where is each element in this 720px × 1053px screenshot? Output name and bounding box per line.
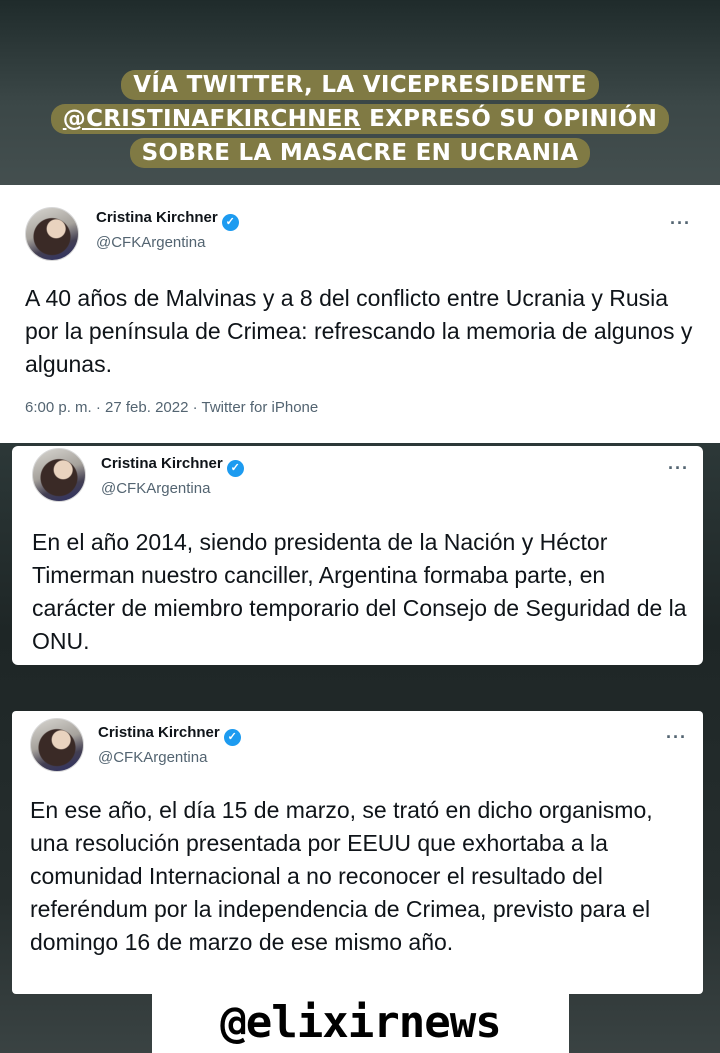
author-name-text: Cristina Kirchner bbox=[98, 724, 220, 741]
headline-line-3: SOBRE LA MASACRE EN UCRANIA bbox=[129, 138, 591, 168]
tweet-author-handle[interactable]: @CFKArgentina bbox=[96, 234, 205, 251]
tweet-author-name[interactable]: Cristina Kirchner ✓ bbox=[101, 455, 244, 477]
author-name-text: Cristina Kirchner bbox=[101, 455, 223, 472]
headline-line-2: @CRISTINAFKIRCHNER EXPRESÓ SU OPINIÓN bbox=[50, 104, 670, 134]
headline-line-2-text: EXPRESÓ SU OPINIÓN bbox=[360, 106, 658, 132]
verified-badge-icon: ✓ bbox=[223, 729, 241, 746]
story-headline: VÍA TWITTER, LA VICEPRESIDENTE @CRISTINA… bbox=[40, 68, 680, 170]
verified-badge-icon: ✓ bbox=[221, 214, 239, 231]
watermark-handle: @elixirnews bbox=[152, 992, 569, 1053]
tweet-author-handle[interactable]: @CFKArgentina bbox=[98, 749, 207, 766]
headline-line-1: VÍA TWITTER, LA VICEPRESIDENTE bbox=[121, 70, 599, 100]
tweet-text: A 40 años de Malvinas y a 8 del conflict… bbox=[25, 285, 693, 377]
author-name-text: Cristina Kirchner bbox=[96, 209, 218, 226]
tweet-author-name[interactable]: Cristina Kirchner ✓ bbox=[96, 209, 239, 231]
tweet-text: En ese año, el día 15 de marzo, se trató… bbox=[30, 797, 653, 955]
tweet-text: En el año 2014, siendo presidenta de la … bbox=[32, 529, 687, 654]
more-options-icon[interactable]: ··· bbox=[670, 214, 691, 232]
avatar[interactable] bbox=[25, 207, 79, 261]
more-options-icon[interactable]: ··· bbox=[666, 728, 687, 746]
avatar[interactable] bbox=[32, 448, 86, 502]
avatar[interactable] bbox=[30, 718, 84, 772]
headline-mention-link[interactable]: @CRISTINAFKIRCHNER bbox=[63, 106, 361, 132]
tweet-author-name[interactable]: Cristina Kirchner ✓ bbox=[98, 724, 241, 746]
more-options-icon[interactable]: ··· bbox=[668, 459, 689, 477]
tweet-author-handle[interactable]: @CFKArgentina bbox=[101, 480, 210, 497]
verified-badge-icon: ✓ bbox=[226, 460, 244, 477]
tweet-timestamp[interactable]: 6:00 p. m. · 27 feb. 2022 · Twitter for … bbox=[25, 399, 318, 416]
